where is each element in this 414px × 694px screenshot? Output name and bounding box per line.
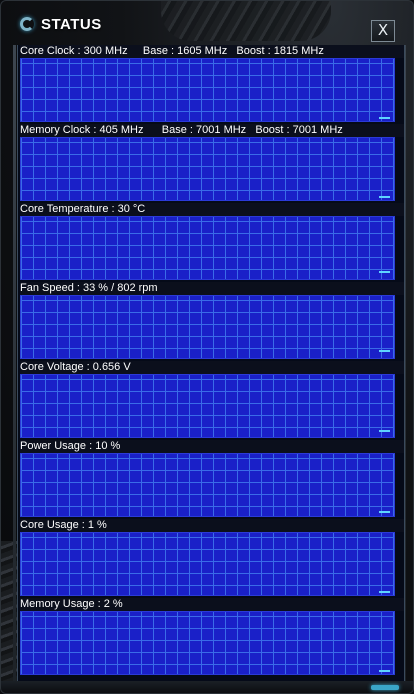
graph-memory-usage: Memory Usage : 2 % [18,598,404,677]
resize-grip[interactable] [371,685,399,690]
graphs-panel: Core Clock : 300 MHz Base : 1605 MHz Boo… [17,45,405,683]
graph-plot [20,532,395,596]
graph-label: Power Usage : 10 % [20,440,404,453]
graph-trace [379,196,390,198]
graph-trace [379,117,390,119]
graph-trace [379,350,390,352]
graph-plot [20,58,395,122]
graph-trace [379,511,390,513]
graph-plot [20,453,395,517]
graph-label: Memory Clock : 405 MHz Base : 7001 MHz B… [20,124,404,137]
title-bar[interactable]: STATUS X [1,1,413,45]
left-rail [13,45,16,683]
close-button[interactable]: X [371,20,395,42]
graph-label: Core Temperature : 30 °C [20,203,404,216]
status-window: STATUS X Core Clock : 300 MHz Base : 160… [0,0,414,694]
graph-fan-speed: Fan Speed : 33 % / 802 rpm [18,282,404,361]
graph-core-clock: Core Clock : 300 MHz Base : 1605 MHz Boo… [18,45,404,124]
graph-plot [20,374,395,438]
graph-label: Memory Usage : 2 % [20,598,404,611]
graph-trace [379,670,390,672]
graph-plot [20,216,395,280]
graph-trace [379,271,390,273]
graph-trace [379,591,390,593]
graph-plot [20,295,395,359]
graph-memory-clock: Memory Clock : 405 MHz Base : 7001 MHz B… [18,124,404,203]
graph-trace [379,430,390,432]
graph-core-usage: Core Usage : 1 % [18,519,404,598]
graph-core-voltage: Core Voltage : 0.656 V [18,361,404,440]
graph-plot [20,137,395,201]
graph-label: Core Usage : 1 % [20,519,404,532]
graph-core-temperature: Core Temperature : 30 °C [18,203,404,282]
window-title: STATUS [41,16,102,33]
app-logo-icon [20,17,34,31]
graph-plot [20,611,395,675]
graph-power-usage: Power Usage : 10 % [18,440,404,519]
graph-label: Core Clock : 300 MHz Base : 1605 MHz Boo… [20,45,404,58]
bottom-frame [1,681,413,693]
graph-label: Core Voltage : 0.656 V [20,361,404,374]
graph-label: Fan Speed : 33 % / 802 rpm [20,282,404,295]
